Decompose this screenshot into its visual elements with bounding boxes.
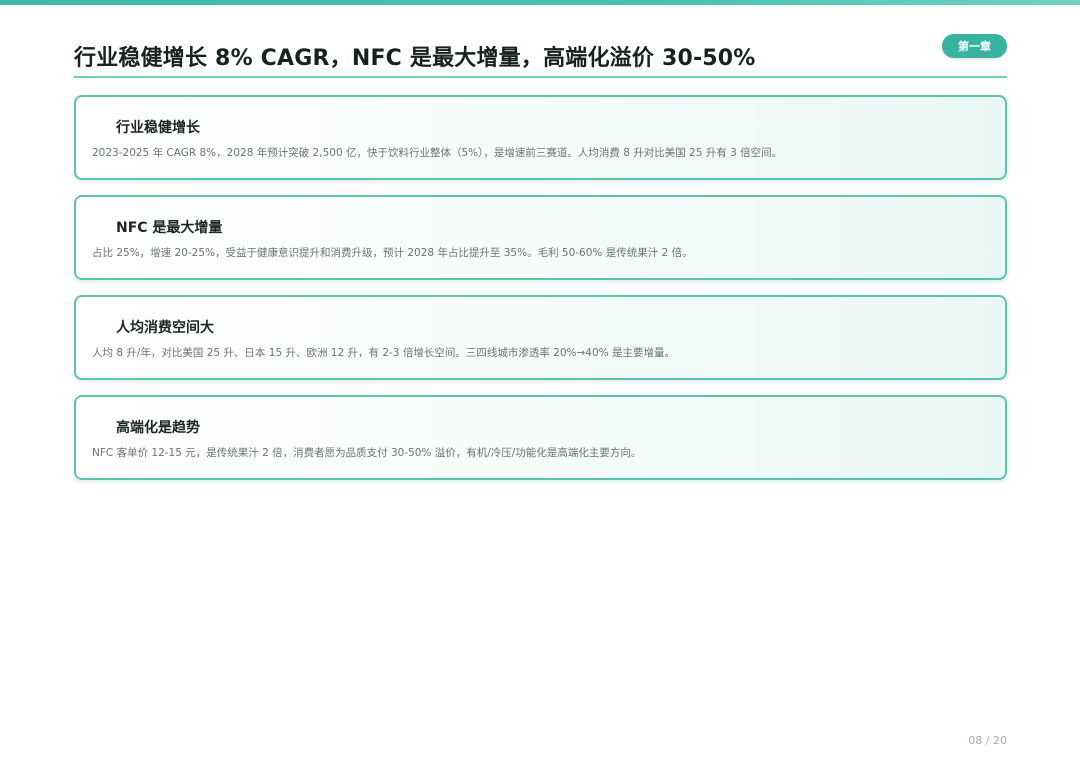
card-title: 高端化是趋势 <box>116 420 200 436</box>
card-text: 人均 8 升/年，对比美国 25 升、日本 15 升、欧洲 12 升，有 2-3… <box>92 347 675 359</box>
chapter-badge: 第一章 <box>942 34 1007 58</box>
card-title: NFC 是最大增量 <box>116 220 223 236</box>
page-title: 行业稳健增长 8% CAGR，NFC 是最大增量，高端化溢价 30-50% <box>74 46 756 71</box>
card-text: NFC 客单价 12-15 元，是传统果汁 2 倍，消费者愿为品质支付 30-5… <box>92 447 642 459</box>
card-premiumization: 高端化是趋势 NFC 客单价 12-15 元，是传统果汁 2 倍，消费者愿为品质… <box>74 395 1007 480</box>
card-text: 占比 25%，增速 20-25%，受益于健康意识提升和消费升级，预计 2028 … <box>92 247 693 259</box>
card-industry-growth: 行业稳健增长 2023-2025 年 CAGR 8%，2028 年预计突破 2,… <box>74 95 1007 180</box>
card-title: 人均消费空间大 <box>116 320 214 336</box>
card-text: 2023-2025 年 CAGR 8%，2028 年预计突破 2,500 亿，快… <box>92 147 783 159</box>
card-title: 行业稳健增长 <box>116 120 200 136</box>
card-nfc-increment: NFC 是最大增量 占比 25%，增速 20-25%，受益于健康意识提升和消费升… <box>74 195 1007 280</box>
page-number: 08 / 20 <box>968 734 1007 747</box>
top-accent-bar <box>0 0 1080 5</box>
card-per-capita-space: 人均消费空间大 人均 8 升/年，对比美国 25 升、日本 15 升、欧洲 12… <box>74 295 1007 380</box>
card-list: 行业稳健增长 2023-2025 年 CAGR 8%，2028 年预计突破 2,… <box>74 95 1007 495</box>
title-divider <box>74 76 1007 78</box>
